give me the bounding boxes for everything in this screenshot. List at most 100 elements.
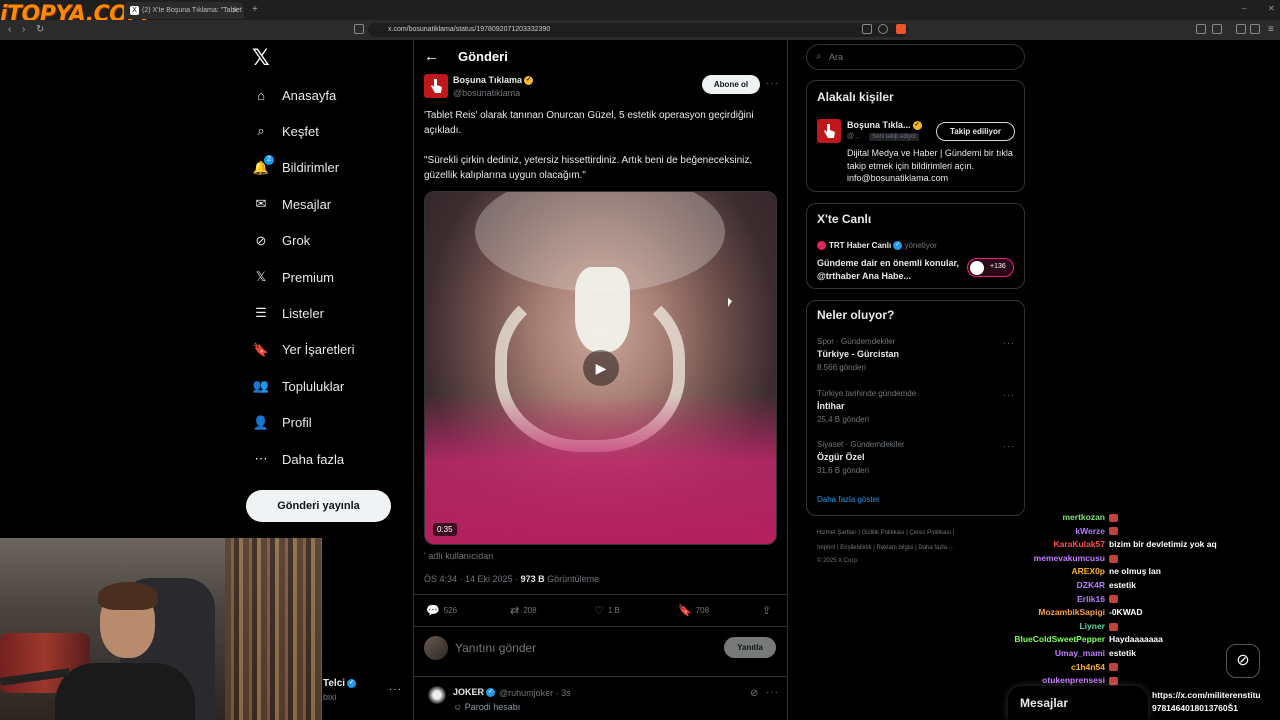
nav-item[interactable]: 𝕏 Premium <box>252 263 334 291</box>
following-button[interactable]: Takip ediliyor <box>936 122 1015 141</box>
forward-icon[interactable]: › <box>22 24 25 35</box>
subscribe-button[interactable]: Abone ol <box>702 75 760 94</box>
trend-more-icon[interactable]: ··· <box>1003 338 1015 348</box>
bookmark-page-icon[interactable] <box>354 24 364 34</box>
chat-message: KaraKulak57 bizim bir devletimiz yok aq <box>960 539 1280 552</box>
chat-emote-icon <box>1109 513 1118 522</box>
account-handle[interactable]: bixi <box>323 692 337 702</box>
grok-reply-icon[interactable]: ⊘ <box>750 688 758 699</box>
search-input[interactable]: Ara <box>806 44 1025 70</box>
nav-item-label: Profil <box>282 415 312 431</box>
search-icon: ⌕ <box>816 51 822 62</box>
verified-badge-icon: ✓ <box>486 688 496 698</box>
chat-message: DZK4R estetik <box>960 580 1280 593</box>
account-name[interactable]: Telci ✓ <box>323 678 357 689</box>
back-icon[interactable]: ‹ <box>8 24 11 35</box>
link-overlay: https://x.com/militerenstitu <box>1152 690 1261 700</box>
trends-title: Neler oluyor? <box>817 308 895 322</box>
related-name[interactable]: Boşuna Tıkla... ✓ <box>847 120 922 131</box>
browser-tab[interactable]: X (2) X'te Boşuna Tıklama: "Tablet ✕ <box>124 2 244 19</box>
chat-username: Umay_mami <box>1054 648 1105 658</box>
mouse-cursor-icon <box>728 298 732 307</box>
wallet-icon[interactable] <box>1212 24 1222 34</box>
zoom-icon[interactable] <box>878 24 888 34</box>
reply-button[interactable]: Yanıtla <box>724 637 776 658</box>
post-button[interactable]: Gönderi yayınla <box>246 490 391 522</box>
trend-name[interactable]: Türkiye - Gürcistan <box>817 349 899 359</box>
author-name[interactable]: Boşuna Tıklama ✓ <box>453 75 534 86</box>
chat-username: KaraKulak57 <box>1053 539 1105 550</box>
nav-item[interactable]: 🔔 2 Bildirimler <box>252 154 339 182</box>
reply-author-name[interactable]: JOKER ✓ <box>453 687 496 698</box>
back-arrow-icon[interactable]: ← <box>424 48 439 65</box>
brave-shield-icon[interactable] <box>896 24 906 34</box>
grok-floating-icon[interactable]: ⊘ <box>1226 644 1260 678</box>
nav-item[interactable]: ⌂ Anasayfa <box>252 81 336 109</box>
nav-item[interactable]: ✉ Mesajlar <box>252 190 332 218</box>
repost-action[interactable]: ⇄ 208 <box>510 604 537 617</box>
nav-item[interactable]: ⊘ Grok <box>252 227 311 255</box>
tab-title: (2) X'te Boşuna Tıklama: "Tablet <box>142 7 242 14</box>
footer-links-2[interactable]: Imprint | Erişilebilirlik | Reklam bilgi… <box>817 545 955 551</box>
page-title: Gönderi <box>458 49 508 64</box>
live-host-avatar[interactable] <box>817 241 826 250</box>
menu-icon[interactable]: ≡ <box>1268 24 1274 35</box>
nav-item[interactable]: ⌕ Keşfet <box>252 117 319 145</box>
author-avatar[interactable] <box>424 74 448 98</box>
minimize-icon[interactable]: – <box>1242 4 1246 13</box>
reply-author-handle[interactable]: @ruhumjoker · 3s <box>499 688 571 698</box>
new-tab-icon[interactable]: + <box>252 4 258 15</box>
like-action[interactable]: ♡ 1 B <box>594 604 620 617</box>
trend-name[interactable]: Özgür Özel <box>817 452 865 462</box>
share-icon[interactable]: ⇪ <box>762 604 775 617</box>
trend-more-icon[interactable]: ··· <box>1003 390 1015 400</box>
live-listeners-pill[interactable]: +136 <box>967 258 1014 277</box>
chat-message: memevakumcusu <box>960 553 1280 566</box>
live-text[interactable]: Gündeme dair en önemli konular, @trthabe… <box>817 257 962 282</box>
reply-action[interactable]: 💬 526 <box>426 604 457 617</box>
chat-text: -0KWAD <box>1109 607 1143 618</box>
extensions-icon[interactable] <box>1196 24 1206 34</box>
author-handle[interactable]: @bosunatiklama <box>453 88 520 98</box>
nav-item[interactable]: 👤 Profil <box>252 409 312 437</box>
chat-username: DZK4R <box>1076 580 1105 590</box>
url-input[interactable]: x.com/bosunatiklama/status/1978092071203… <box>368 23 908 37</box>
show-more-link[interactable]: Daha fazla göster <box>817 495 880 504</box>
video-duration: 0:35 <box>433 523 457 536</box>
divider <box>414 626 787 627</box>
reply-icon: 💬 <box>426 605 440 617</box>
post-video[interactable]: ▶ 0:35 <box>424 191 777 545</box>
vpn-icon[interactable] <box>1250 24 1260 34</box>
nav-item[interactable]: 🔖 Yer İşaretleri <box>252 336 355 364</box>
nav-item[interactable]: 👥 Topluluklar <box>252 372 344 400</box>
footer-links-1[interactable]: Hizmet Şartları | Gizlilik Politikası | … <box>817 530 954 536</box>
trend-name[interactable]: İntihar <box>817 401 845 411</box>
sidebar-icon[interactable] <box>1236 24 1246 34</box>
account-more-icon[interactable]: ··· <box>389 684 402 695</box>
more-options-icon[interactable]: ··· <box>766 78 779 89</box>
screen-icon[interactable] <box>862 24 872 34</box>
follows-you-badge: Seni takip ediyor <box>869 133 920 141</box>
related-handle[interactable]: @... <box>847 133 860 140</box>
chat-message: Liyner <box>960 621 1280 634</box>
nav-item[interactable]: ☰ Listeler <box>252 299 324 327</box>
messages-drawer[interactable]: Mesajlar <box>1008 686 1148 720</box>
reload-icon[interactable]: ↻ <box>36 24 44 35</box>
trend-more-icon[interactable]: ··· <box>1003 441 1015 451</box>
live-host[interactable]: TRT Haber Canlı ✓ yönetiyor <box>829 241 937 251</box>
chat-emote-icon <box>1109 527 1118 536</box>
close-tab-icon[interactable]: ✕ <box>232 6 239 15</box>
nav-item[interactable]: ⋯ Daha fazla <box>252 445 345 473</box>
related-avatar[interactable] <box>817 119 841 143</box>
reply-input[interactable]: Yanıtını gönder <box>455 641 536 655</box>
footer-copyright: © 2025 X Corp. <box>817 558 859 564</box>
chat-message: kWerze <box>960 526 1280 539</box>
bookmark-action[interactable]: 🔖 708 <box>678 604 709 617</box>
nav-item-label: Keşfet <box>282 123 319 139</box>
x-logo-icon[interactable]: 𝕏 <box>252 46 270 71</box>
bell-icon: 🔔 2 <box>252 154 274 177</box>
close-window-icon[interactable]: ✕ <box>1268 4 1275 13</box>
reply-author-avatar[interactable] <box>428 686 446 704</box>
reply-more-icon[interactable]: ··· <box>766 687 779 698</box>
play-icon[interactable]: ▶ <box>583 350 619 386</box>
